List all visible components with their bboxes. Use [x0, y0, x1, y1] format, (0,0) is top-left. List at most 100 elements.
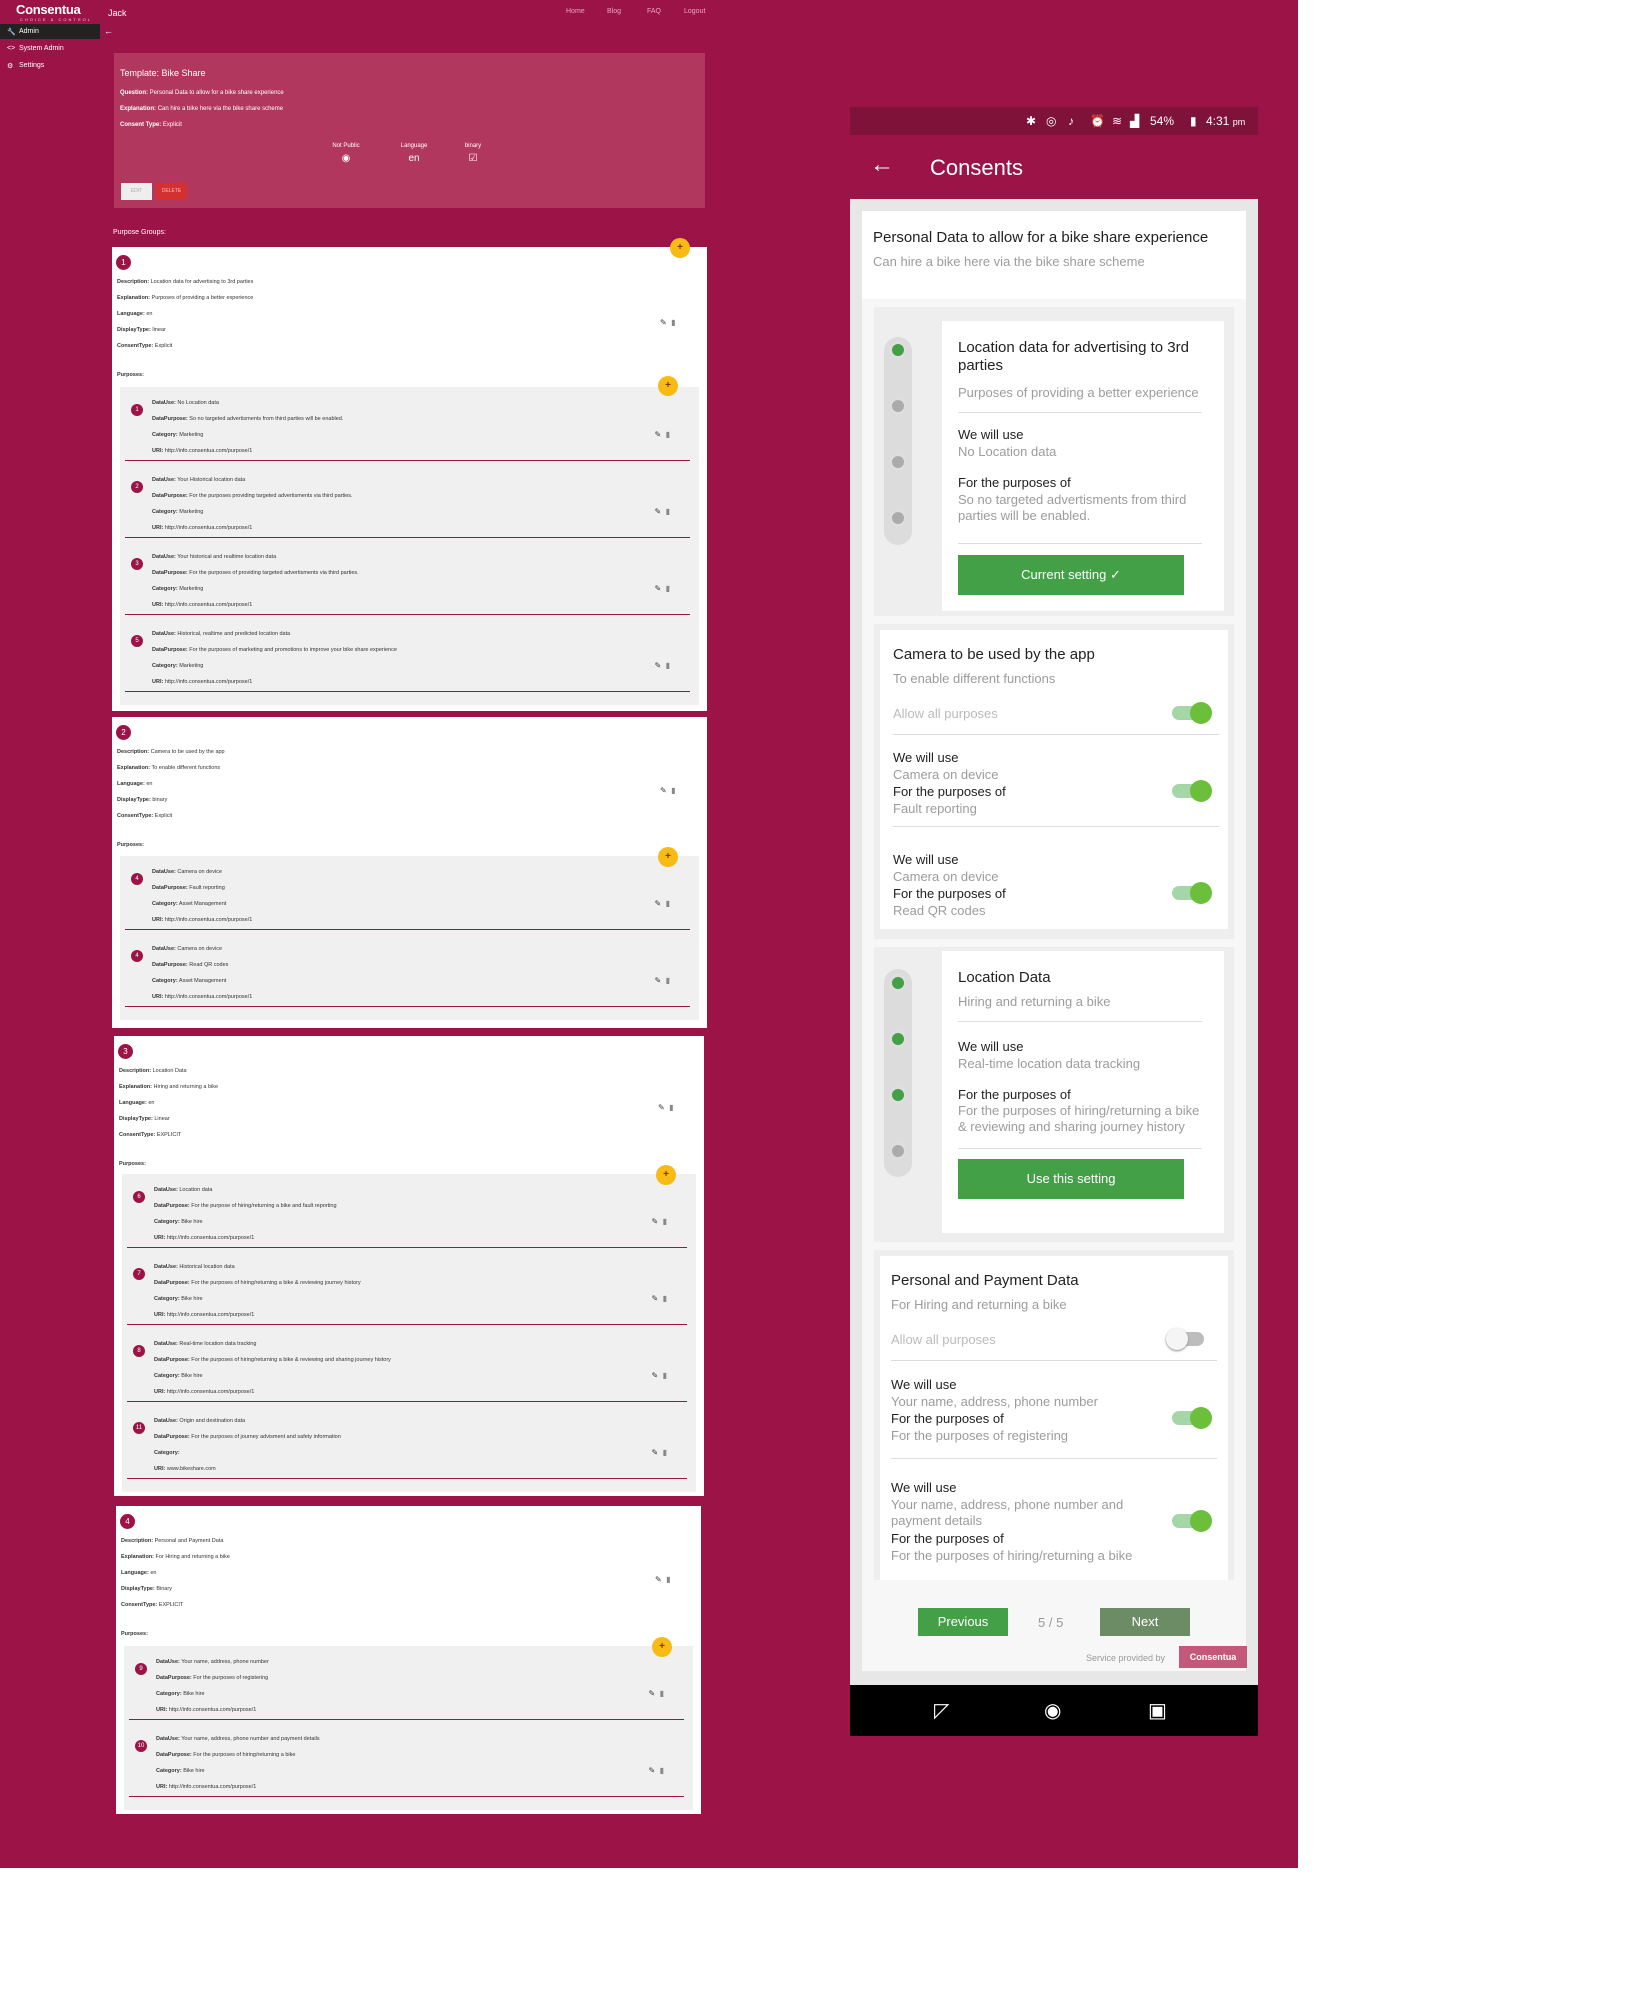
trash-icon[interactable]: ▮ — [666, 661, 670, 670]
trash-icon[interactable]: ▮ — [666, 899, 670, 908]
edit-icon[interactable]: ✎ — [658, 1103, 665, 1112]
trash-icon[interactable]: ▮ — [666, 507, 670, 516]
data-purpose: For the purposes of hiring/returning a b… — [958, 1103, 1200, 1134]
home-icon[interactable]: ◉ — [1044, 1698, 1061, 1723]
status-bar: ✱ ◎ ♪ ⏰ ≋ ▟ 54% ▮ 4:31 pm — [850, 107, 1258, 135]
purpose-category: Category: Marketing — [152, 509, 204, 515]
trash-icon[interactable]: ▮ — [666, 430, 670, 439]
edit-icon[interactable]: ✎ — [660, 786, 667, 795]
edit-icon[interactable]: ✎ — [660, 318, 667, 327]
slider-step-4[interactable] — [889, 1142, 907, 1160]
trash-icon[interactable]: ▮ — [663, 1217, 667, 1226]
next-button[interactable]: Next — [1100, 1608, 1190, 1636]
sidebar-item-admin[interactable]: 🔧 Admin — [0, 24, 100, 39]
signal-icon: ▟ — [1130, 114, 1140, 128]
purpose-uri: URI: http://info.consentua.com/purpose/1 — [156, 1707, 257, 1713]
edit-icon[interactable]: ✎ — [654, 976, 661, 985]
purpose-data-purpose: DataPurpose: So no targeted advertisment… — [152, 416, 344, 422]
purpose-toggle[interactable] — [1172, 780, 1212, 802]
back-arrow-icon[interactable]: ← — [870, 151, 894, 179]
current-setting-button[interactable]: Current setting ✓ — [958, 555, 1184, 595]
nav-home[interactable]: Home — [566, 8, 585, 15]
use-this-setting-button[interactable]: Use this setting — [958, 1159, 1184, 1199]
edit-icon[interactable]: ✎ — [651, 1448, 658, 1457]
edit-icon[interactable]: ✎ — [648, 1689, 655, 1698]
purpose-uri: URI: http://info.consentua.com/purpose/1 — [154, 1312, 255, 1318]
purpose-detail: Location data for advertising to 3rd par… — [942, 321, 1224, 611]
purpose-data-use: DataUse: Camera on device — [152, 946, 223, 952]
trash-icon[interactable]: ▮ — [666, 976, 670, 985]
recents-icon[interactable]: ▣ — [1148, 1698, 1167, 1723]
trash-icon[interactable]: ▮ — [669, 1103, 673, 1112]
purpose-item: 6 DataUse: Location data DataPurpose: For … — [127, 1180, 687, 1248]
checkbox-checked-icon[interactable]: ☑ — [463, 153, 483, 164]
data-purpose: For the purposes of hiring/returning a b… — [891, 1548, 1133, 1563]
purpose-data-purpose: DataPurpose: Read QR codes — [152, 962, 229, 968]
allow-all-toggle[interactable] — [1166, 1328, 1204, 1350]
template-explanation: Explanation: Can hire a bike here via th… — [120, 106, 284, 112]
add-purpose-button[interactable]: + — [652, 1637, 672, 1657]
add-purpose-button[interactable]: + — [658, 376, 678, 396]
purpose-category: Category: — [154, 1450, 180, 1456]
nav-faq[interactable]: FAQ — [647, 8, 661, 15]
edit-icon[interactable]: ✎ — [654, 430, 661, 439]
group-title: Location data for advertising to 3rd par… — [958, 339, 1189, 374]
globe-off-icon[interactable]: ◉ — [330, 153, 362, 164]
slider-step-2[interactable] — [889, 397, 907, 415]
allow-all-toggle[interactable] — [1172, 702, 1212, 724]
edit-icon[interactable]: ✎ — [648, 1766, 655, 1775]
edit-icon[interactable]: ✎ — [654, 661, 661, 670]
purpose-data-use: DataUse: No Location data — [152, 400, 219, 406]
edit-button[interactable]: EDIT — [121, 183, 152, 200]
edit-icon[interactable]: ✎ — [654, 584, 661, 593]
trash-icon[interactable]: ▮ — [666, 584, 670, 593]
slider-step-2[interactable] — [889, 1030, 907, 1048]
add-purpose-button[interactable]: + — [656, 1165, 676, 1185]
trash-icon[interactable]: ▮ — [663, 1448, 667, 1457]
slider-step-1[interactable] — [889, 974, 907, 992]
nav-logout[interactable]: Logout — [684, 8, 705, 15]
edit-icon[interactable]: ✎ — [654, 507, 661, 516]
purpose-data-use: DataUse: Your name, address, phone numbe… — [156, 1659, 269, 1665]
trash-icon[interactable]: ▮ — [663, 1294, 667, 1303]
trash-icon[interactable]: ▮ — [660, 1766, 664, 1775]
purpose-toggle[interactable] — [1172, 882, 1212, 904]
slider-step-3[interactable] — [889, 453, 907, 471]
edit-icon[interactable]: ✎ — [651, 1217, 658, 1226]
trash-icon[interactable]: ▮ — [671, 786, 675, 795]
group-subtitle: Hiring and returning a bike — [958, 994, 1111, 1009]
group-actions: ✎ ▮ — [660, 318, 676, 327]
template-consent-type: Consent Type: Explicit — [120, 122, 182, 128]
trash-icon[interactable]: ▮ — [671, 318, 675, 327]
trash-icon[interactable]: ▮ — [660, 1689, 664, 1698]
group-description: Description: Camera to be used by the ap… — [117, 749, 225, 755]
add-group-button[interactable]: + — [670, 238, 690, 258]
data-purpose: Fault reporting — [893, 801, 977, 816]
purpose-toggle[interactable] — [1172, 1407, 1212, 1429]
edit-icon[interactable]: ✎ — [655, 1575, 662, 1584]
previous-button[interactable]: Previous — [918, 1608, 1008, 1636]
divider — [958, 412, 1202, 413]
group-language: Language: en — [117, 311, 153, 317]
sidebar-item-system-admin[interactable]: <> System Admin — [0, 41, 103, 56]
edit-icon[interactable]: ✎ — [651, 1294, 658, 1303]
group-explanation: Explanation: Hiring and returning a bike — [119, 1084, 219, 1090]
purpose-category: Category: Bike hire — [154, 1373, 203, 1379]
slider-step-4[interactable] — [889, 509, 907, 527]
sidebar-item-settings[interactable]: ⚙ Settings — [0, 58, 103, 73]
delete-button[interactable]: DELETE — [156, 183, 187, 200]
edit-icon[interactable]: ✎ — [654, 899, 661, 908]
edit-icon[interactable]: ✎ — [651, 1371, 658, 1380]
purpose-category: Category: Bike hire — [156, 1691, 205, 1697]
slider-step-1[interactable] — [889, 341, 907, 359]
slider-step-3[interactable] — [889, 1086, 907, 1104]
back-arrow-icon[interactable]: ← — [104, 26, 113, 36]
add-purpose-button[interactable]: + — [658, 847, 678, 867]
trash-icon[interactable]: ▮ — [666, 1575, 670, 1584]
purpose-data-purpose: DataPurpose: For the purposes of registe… — [156, 1675, 269, 1681]
purpose-actions: ✎ ▮ — [654, 507, 670, 516]
purpose-toggle[interactable] — [1172, 1510, 1212, 1532]
back-icon[interactable]: ◸ — [934, 1698, 949, 1723]
trash-icon[interactable]: ▮ — [663, 1371, 667, 1380]
nav-blog[interactable]: Blog — [607, 8, 621, 15]
